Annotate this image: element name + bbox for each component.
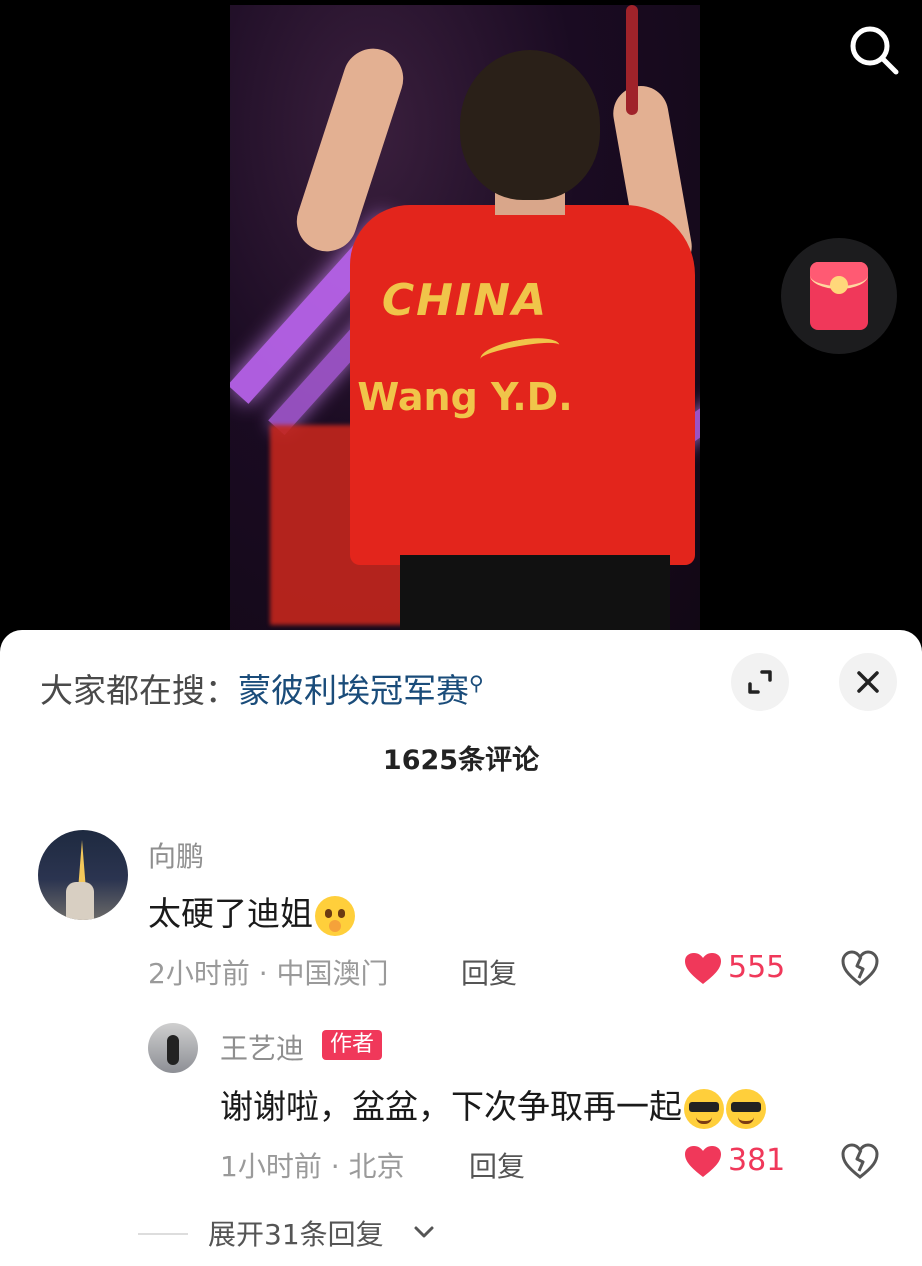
video-frame[interactable]: CHINA Wang Y.D. (230, 5, 700, 630)
search-icon (850, 26, 899, 75)
like-count: 555 (728, 950, 786, 985)
reply-reply-button[interactable]: 回复 (469, 1145, 525, 1185)
jersey-text-country: CHINA (381, 275, 549, 326)
reply-dislike-button[interactable] (840, 1141, 880, 1181)
reply-like-count: 381 (728, 1143, 786, 1178)
cool-emoji-icon (684, 1088, 724, 1129)
reply-meta: 1小时前 · 北京 (220, 1150, 405, 1183)
comment-meta: 2小时前 · 中国澳门 (148, 957, 389, 990)
shorts (400, 555, 670, 630)
comment-count: 1625条评论 (382, 745, 540, 776)
like-button[interactable]: 555 (684, 950, 785, 986)
expand-button[interactable] (731, 653, 789, 711)
search-button[interactable] (844, 20, 904, 80)
divider-line (138, 1233, 188, 1235)
reply-text: 谢谢啦，盆盆，下次争取再一起 (220, 1080, 766, 1129)
comment-username[interactable]: 向鹏 (148, 835, 204, 875)
chevron-down-icon[interactable] (412, 1220, 436, 1244)
dislike-button[interactable] (840, 948, 880, 988)
racket (626, 5, 638, 115)
hot-search-prefix: 大家都在搜： (40, 671, 238, 710)
reply-like-button[interactable]: 381 (684, 1143, 785, 1179)
expand-icon (748, 670, 772, 694)
reply-button[interactable]: 回复 (461, 952, 517, 992)
close-icon (857, 671, 879, 693)
author-badge: 作者 (322, 1030, 383, 1060)
dislike-icon (841, 1143, 879, 1179)
reply-avatar[interactable] (148, 1023, 198, 1073)
cool-emoji-icon (726, 1088, 766, 1129)
hot-search-term[interactable]: 蒙彼利埃冠军赛 (238, 671, 469, 710)
video-player[interactable]: CHINA Wang Y.D. (0, 0, 922, 640)
close-button[interactable] (839, 653, 897, 711)
expand-replies-button[interactable]: 展开31条回复 (208, 1213, 384, 1253)
comment-text-body: 太硬了迪姐 (148, 894, 313, 933)
heart-icon (685, 1145, 721, 1177)
hot-search-bar[interactable]: 大家都在搜：蒙彼利埃冠军赛⚲ (40, 664, 484, 712)
comments-panel: 大家都在搜：蒙彼利埃冠军赛⚲ 1625条评论 向鹏 太硬了迪姐 2小时前 · 中… (0, 630, 922, 1266)
red-packet-button[interactable] (781, 238, 897, 354)
reply-username[interactable]: 王艺迪 (220, 1027, 304, 1067)
shy-emoji-icon (315, 895, 355, 936)
head (460, 50, 600, 200)
jersey-text-name: Wang Y.D. (357, 375, 573, 419)
search-small-icon: ⚲ (469, 671, 484, 695)
dislike-icon (841, 950, 879, 986)
red-packet-icon (810, 262, 868, 330)
comment-text: 太硬了迪姐 (148, 887, 355, 936)
reply-text-body: 谢谢啦，盆盆，下次争取再一起 (220, 1087, 682, 1126)
avatar[interactable] (38, 830, 128, 920)
heart-icon (685, 952, 721, 984)
